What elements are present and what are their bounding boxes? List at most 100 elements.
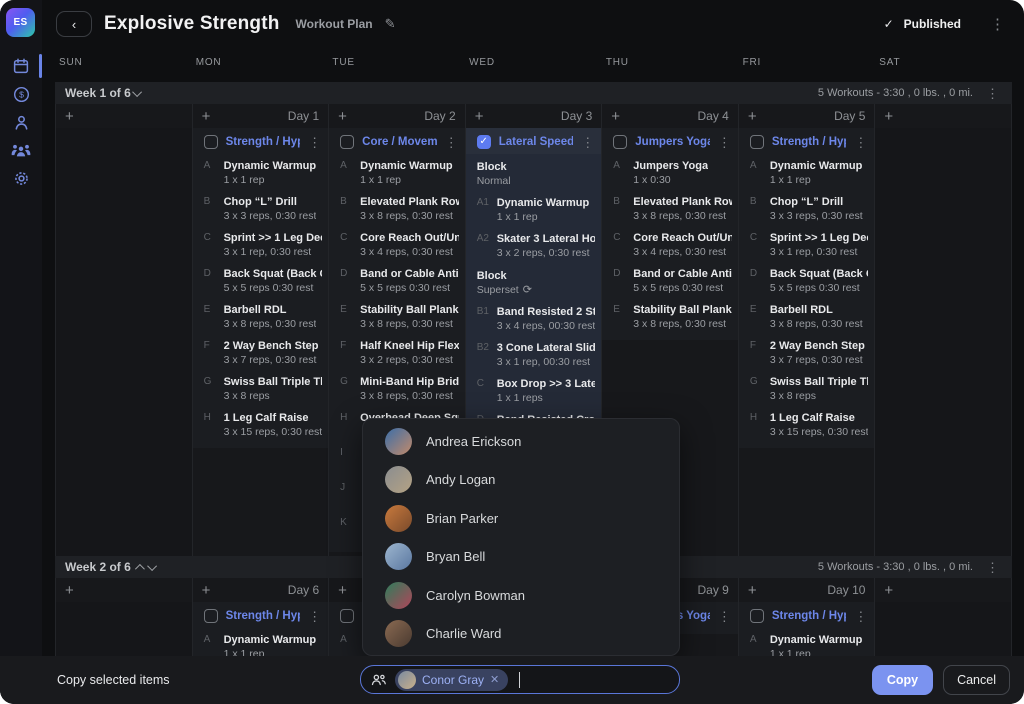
person-option[interactable]: Andrea Erickson bbox=[363, 422, 679, 461]
recipient-chip[interactable]: Conor Gray ✕ bbox=[395, 669, 508, 691]
workout-checkbox[interactable] bbox=[204, 609, 218, 623]
person-option[interactable]: Brian Parker bbox=[363, 499, 679, 538]
week-1-kebab-menu-icon[interactable]: ⋮ bbox=[983, 87, 1002, 100]
chevron-down-icon[interactable] bbox=[132, 87, 142, 97]
exercise-row[interactable]: ADynamic Warmup1 x 1 rep bbox=[193, 154, 329, 190]
workout-card[interactable]: Strength / Hypertro... ⋮ ADynamic Warmup1 … bbox=[193, 128, 329, 448]
workout-card[interactable]: ✓Lateral Speed / Plyo⋮BlockNormalA1Dynam… bbox=[466, 128, 602, 449]
person-option[interactable]: Charlie Ward bbox=[363, 615, 679, 654]
add-workout-button[interactable]: + bbox=[65, 582, 74, 599]
exercise-row[interactable]: H1 Leg Calf Raise3 x 15 reps, 0:30 rest bbox=[193, 406, 329, 442]
copy-button[interactable]: Copy bbox=[872, 665, 933, 695]
workout-kebab-menu-icon[interactable]: ⋮ bbox=[581, 136, 594, 149]
exercise-row[interactable]: ADynamic Warmup1 x 1 rep bbox=[329, 154, 465, 190]
workout-checkbox[interactable] bbox=[340, 609, 354, 623]
sidebar-item-clients[interactable] bbox=[0, 108, 42, 136]
exercise-row[interactable]: EBarbell RDL3 x 8 reps, 0:30 rest bbox=[739, 298, 875, 334]
recipient-input[interactable]: Conor Gray ✕ bbox=[360, 665, 680, 694]
add-workout-button[interactable]: + bbox=[338, 108, 347, 125]
exercise-detail: 3 x 1 rep, 0:30 rest bbox=[224, 245, 323, 260]
add-workout-button[interactable]: + bbox=[202, 108, 211, 125]
workout-kebab-menu-icon[interactable]: ⋮ bbox=[445, 136, 458, 149]
exercise-row[interactable]: CSprint >> 1 Leg Declarations3 x 1 rep, … bbox=[739, 226, 875, 262]
add-workout-button[interactable]: + bbox=[338, 582, 347, 599]
workout-title-link[interactable]: Jumpers Yoga / Core bbox=[635, 136, 710, 149]
exercise-row[interactable]: FHalf Kneel Hip Flexor Rais...3 x 2 reps… bbox=[329, 334, 465, 370]
sidebar-item-calendar[interactable] bbox=[0, 52, 42, 80]
workout-checkbox[interactable] bbox=[750, 135, 764, 149]
exercise-row[interactable]: EStability Ball Plank Linear ...3 x 8 re… bbox=[329, 298, 465, 334]
workout-checkbox[interactable] bbox=[340, 135, 354, 149]
workout-card[interactable]: Jumpers Yoga / Core ⋮ AJumpers Yoga1 x 0:3… bbox=[602, 128, 738, 340]
exercise-text: Mini-Band Hip Bridge w/ ...3 x 8 reps, 0… bbox=[360, 375, 459, 404]
workout-title-link[interactable]: Core / Movement Q... bbox=[362, 136, 437, 149]
header-kebab-menu-icon[interactable]: ⋮ bbox=[987, 17, 1008, 32]
chevron-down-icon[interactable] bbox=[147, 561, 157, 571]
exercise-row[interactable]: ADynamic Warmup1 x 1 rep bbox=[739, 154, 875, 190]
exercise-row[interactable]: B1Band Resisted 2 Step Late...3 x 4 reps… bbox=[466, 300, 602, 336]
remove-chip-icon[interactable]: ✕ bbox=[490, 673, 499, 686]
exercise-row[interactable]: H1 Leg Calf Raise3 x 15 reps, 0:30 rest bbox=[739, 406, 875, 442]
exercise-text: Core Reach Out/Under3 x 4 reps, 0:30 res… bbox=[633, 231, 732, 260]
exercise-row[interactable]: B23 Cone Lateral Slide3 x 1 rep, 00:30 r… bbox=[466, 336, 602, 372]
exercise-row[interactable]: BChop “L” Drill3 x 3 reps, 0:30 rest bbox=[193, 190, 329, 226]
chevron-up-icon[interactable] bbox=[135, 563, 145, 573]
exercise-row[interactable]: BElevated Plank Row3 x 8 reps, 0:30 rest bbox=[329, 190, 465, 226]
workout-title-link[interactable]: Lateral Speed / Plyo bbox=[499, 136, 574, 149]
workout-checkbox[interactable] bbox=[204, 135, 218, 149]
workout-card[interactable]: Strength / Hypertro... ⋮ ADynamic Warmup1 … bbox=[739, 128, 875, 448]
exercise-row[interactable]: EBarbell RDL3 x 8 reps, 0:30 rest bbox=[193, 298, 329, 334]
exercise-row[interactable]: F2 Way Bench Step Up3 x 7 reps, 0:30 res… bbox=[193, 334, 329, 370]
workout-kebab-menu-icon[interactable]: ⋮ bbox=[718, 136, 731, 149]
exercise-row[interactable]: BElevated Plank Row3 x 8 reps, 0:30 rest bbox=[602, 190, 738, 226]
add-workout-button[interactable]: + bbox=[748, 582, 757, 599]
exercise-row[interactable]: BChop “L” Drill3 x 3 reps, 0:30 rest bbox=[739, 190, 875, 226]
sidebar-item-settings[interactable] bbox=[0, 164, 42, 192]
sidebar-item-billing[interactable]: $ bbox=[0, 80, 42, 108]
workout-checkbox[interactable] bbox=[750, 609, 764, 623]
week-2-kebab-menu-icon[interactable]: ⋮ bbox=[983, 561, 1002, 574]
workout-checkbox[interactable]: ✓ bbox=[477, 135, 491, 149]
workout-kebab-menu-icon[interactable]: ⋮ bbox=[308, 610, 321, 623]
exercise-row[interactable]: CCore Reach Out/Under3 x 4 reps, 0:30 re… bbox=[329, 226, 465, 262]
add-workout-button[interactable]: + bbox=[202, 582, 211, 599]
person-option[interactable]: Andy Logan bbox=[363, 461, 679, 500]
workout-title-link[interactable]: Strength / Hypertro... bbox=[772, 610, 847, 623]
exercise-row[interactable]: CCore Reach Out/Under3 x 4 reps, 0:30 re… bbox=[602, 226, 738, 262]
person-option[interactable]: Carolyn Bowman bbox=[363, 576, 679, 615]
workout-title-link[interactable]: Strength / Hypertro... bbox=[226, 610, 301, 623]
exercise-row[interactable]: DBack Squat (Back Off Set)5 x 5 reps 0:3… bbox=[739, 262, 875, 298]
back-button[interactable]: ‹ bbox=[56, 11, 92, 37]
exercise-row[interactable]: F2 Way Bench Step Up3 x 7 reps, 0:30 res… bbox=[739, 334, 875, 370]
workout-checkbox[interactable] bbox=[613, 135, 627, 149]
add-workout-button[interactable]: + bbox=[611, 108, 620, 125]
exercise-row[interactable]: EStability Ball Plank Linear ...3 x 8 re… bbox=[602, 298, 738, 334]
app-logo[interactable]: ES bbox=[6, 8, 35, 37]
exercise-row[interactable]: AJumpers Yoga1 x 0:30 bbox=[602, 154, 738, 190]
exercise-row[interactable]: GSwiss Ball Triple Threat3 x 8 reps bbox=[193, 370, 329, 406]
edit-title-icon[interactable]: ✎ bbox=[385, 16, 396, 32]
cancel-button[interactable]: Cancel bbox=[943, 665, 1010, 695]
person-option[interactable]: Bryan Bell bbox=[363, 538, 679, 577]
exercise-row[interactable]: CSprint >> 1 Leg Declarations3 x 1 rep, … bbox=[193, 226, 329, 262]
workout-kebab-menu-icon[interactable]: ⋮ bbox=[308, 136, 321, 149]
add-workout-button[interactable]: + bbox=[748, 108, 757, 125]
exercise-row[interactable]: A2Skater 3 Lateral Hops >> ...3 x 2 reps… bbox=[466, 227, 602, 263]
workout-title-link[interactable]: Strength / Hypertro... bbox=[226, 136, 301, 149]
add-workout-button[interactable]: + bbox=[475, 108, 484, 125]
exercise-row[interactable]: DBand or Cable Anti-Rotati...5 x 5 reps … bbox=[329, 262, 465, 298]
exercise-row[interactable]: A1Dynamic Warmup1 x 1 rep bbox=[466, 191, 602, 227]
exercise-row[interactable]: GSwiss Ball Triple Threat3 x 8 reps bbox=[739, 370, 875, 406]
add-workout-button[interactable]: + bbox=[65, 108, 74, 125]
workout-kebab-menu-icon[interactable]: ⋮ bbox=[854, 610, 867, 623]
sidebar-item-groups[interactable] bbox=[0, 136, 42, 164]
exercise-row[interactable]: GMini-Band Hip Bridge w/ ...3 x 8 reps, … bbox=[329, 370, 465, 406]
add-workout-button[interactable]: + bbox=[884, 108, 893, 125]
workout-title-link[interactable]: Strength / Hypertro... bbox=[772, 136, 847, 149]
workout-kebab-menu-icon[interactable]: ⋮ bbox=[854, 136, 867, 149]
exercise-row[interactable]: CBox Drop >> 3 Lateral H...1 x 1 reps bbox=[466, 372, 602, 408]
add-workout-button[interactable]: + bbox=[884, 582, 893, 599]
exercise-row[interactable]: DBack Squat (Back Off Set)5 x 5 reps 0:3… bbox=[193, 262, 329, 298]
workout-kebab-menu-icon[interactable]: ⋮ bbox=[718, 610, 731, 623]
exercise-row[interactable]: DBand or Cable Anti Rotati...5 x 5 reps … bbox=[602, 262, 738, 298]
